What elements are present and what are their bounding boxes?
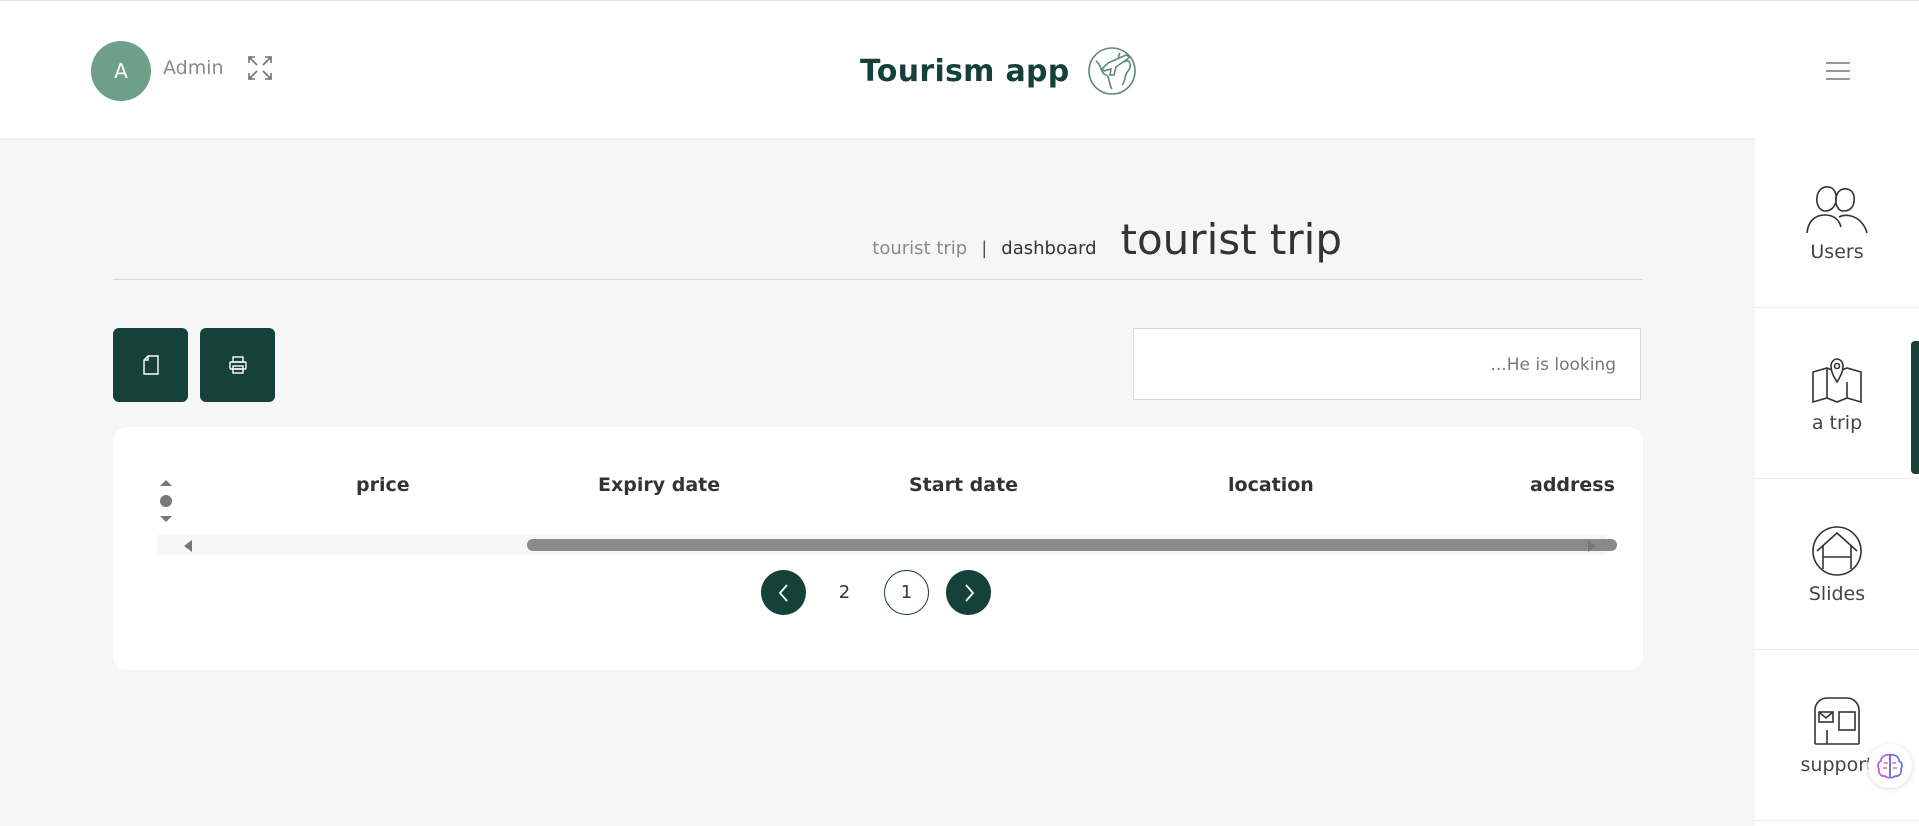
pagination-page-current[interactable]: 1 — [884, 570, 929, 615]
pagination-next-button[interactable] — [946, 570, 991, 615]
page-number: 1 — [900, 582, 913, 603]
assistant-brain-icon[interactable] — [1868, 744, 1912, 788]
sidebar-item-label: a trip — [1811, 412, 1863, 434]
sidebar-item-label: Users — [1810, 241, 1864, 263]
pagination-page[interactable]: 2 — [822, 570, 867, 615]
sidebar-item-users[interactable]: Users — [1755, 137, 1919, 308]
fullscreen-icon[interactable] — [246, 54, 274, 82]
pagination-prev-button[interactable] — [761, 570, 806, 615]
breadcrumb: tourist trip | dashboard tourist trip — [872, 215, 1342, 264]
hamburger-menu-icon[interactable] — [1824, 59, 1852, 83]
globe-plane-logo-icon — [1087, 47, 1136, 95]
scrollbar-thumb[interactable] — [527, 539, 1617, 551]
chevron-right-icon — [964, 583, 974, 602]
sidebar-item-slides[interactable]: Slides — [1755, 479, 1919, 650]
mailbox-icon — [1814, 697, 1860, 745]
page-title: tourist trip — [1120, 215, 1342, 264]
sidebar-item-support[interactable]: support — [1755, 650, 1919, 821]
top-bar: A Admin Tourism app — [0, 0, 1919, 138]
page-number: 2 — [838, 582, 851, 603]
sidebar-item-label: support — [1800, 754, 1874, 776]
table-card: price Expiry date Start date location ad… — [113, 427, 1643, 670]
chevron-left-icon — [778, 583, 788, 602]
avatar[interactable]: A — [91, 41, 151, 101]
sidebar-item-label: Slides — [1808, 583, 1866, 605]
brand: Tourism app — [860, 45, 1138, 97]
divider — [113, 279, 1643, 280]
file-icon — [142, 355, 159, 375]
breadcrumb-separator: | — [981, 238, 988, 259]
slides-icon — [1812, 526, 1862, 576]
column-header-location[interactable]: location — [1228, 474, 1314, 496]
export-file-button[interactable] — [113, 328, 188, 402]
column-header-price[interactable]: price — [356, 474, 410, 496]
user-name: Admin — [163, 57, 224, 79]
column-header-expiry-date[interactable]: Expiry date — [598, 474, 720, 496]
breadcrumb-dashboard-link[interactable]: dashboard — [1001, 238, 1096, 259]
sidebar-item-trip[interactable]: a trip — [1755, 308, 1919, 479]
print-button[interactable] — [200, 328, 275, 402]
search-input[interactable]: ...He is looking — [1133, 328, 1641, 400]
app-title: Tourism app — [860, 53, 1070, 89]
column-header-address[interactable]: address — [1530, 474, 1615, 496]
sidebar-active-indicator — [1911, 341, 1919, 474]
column-header-start-date[interactable]: Start date — [909, 474, 1018, 496]
scroll-right-icon[interactable] — [1587, 539, 1597, 553]
breadcrumb-current: tourist trip — [872, 238, 968, 259]
map-icon — [1812, 358, 1862, 404]
users-icon — [1806, 186, 1868, 234]
horizontal-scrollbar[interactable] — [157, 535, 1617, 555]
sidebar: Users a trip Slides support — [1755, 137, 1919, 826]
scroll-left-icon[interactable] — [183, 539, 193, 553]
printer-icon — [228, 356, 247, 374]
sort-control-icon[interactable] — [157, 475, 175, 527]
